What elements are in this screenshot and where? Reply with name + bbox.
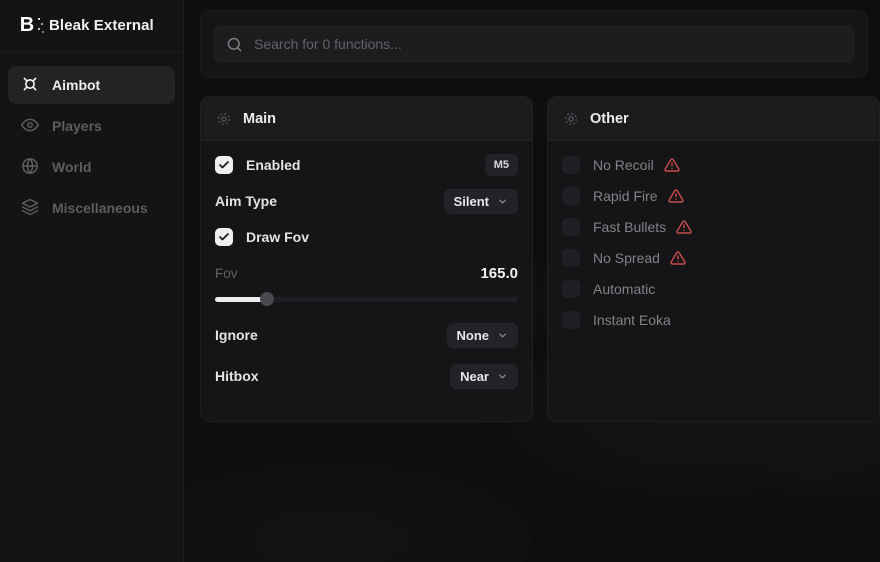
sidebar-nav: Aimbot Players World [0, 52, 183, 227]
chevron-down-icon [497, 196, 508, 207]
feature-label: No Spread [593, 250, 660, 266]
search-input[interactable]: Search for 0 functions... [213, 25, 855, 63]
sidebar-item-miscellaneous[interactable]: Miscellaneous [8, 189, 175, 227]
other-feature-row: No Recoil [562, 152, 865, 178]
feature-checkbox[interactable] [562, 187, 580, 205]
layers-icon [21, 198, 39, 219]
app-title: Bleak External [49, 17, 154, 34]
warning-triangle-icon [676, 219, 692, 235]
fov-label: Fov [215, 266, 238, 281]
sidebar-header: B Bleak External [0, 0, 183, 52]
aim-type-label: Aim Type [215, 193, 277, 209]
sidebar-item-label: Players [52, 118, 102, 134]
gear-icon [216, 111, 232, 127]
other-feature-row: No Spread [562, 245, 865, 271]
chevron-down-icon [497, 330, 508, 341]
ignore-dropdown[interactable]: None [447, 323, 519, 348]
enabled-label: Enabled [246, 157, 300, 173]
aim-type-value: Silent [454, 194, 489, 209]
gear-icon [563, 111, 579, 127]
search-placeholder: Search for 0 functions... [254, 36, 402, 52]
feature-checkbox[interactable] [562, 280, 580, 298]
other-feature-row: Instant Eoka [562, 307, 865, 333]
other-feature-row: Automatic [562, 276, 865, 302]
fov-slider[interactable] [215, 292, 518, 306]
feature-checkbox[interactable] [562, 156, 580, 174]
ignore-label: Ignore [215, 327, 258, 343]
aim-type-dropdown[interactable]: Silent [444, 189, 518, 214]
warning-triangle-icon [668, 188, 684, 204]
fov-value: 165.0 [480, 265, 518, 282]
enabled-row: Enabled M5 [215, 152, 518, 178]
panel-other: Other No Recoil Rapid Fire Fas [547, 96, 880, 422]
feature-checkbox[interactable] [562, 311, 580, 329]
feature-label: No Recoil [593, 157, 654, 173]
feature-label: Fast Bullets [593, 219, 666, 235]
panel-main-title: Main [243, 111, 276, 127]
warning-triangle-icon [664, 157, 680, 173]
other-feature-row: Fast Bullets [562, 214, 865, 240]
fov-row: Fov 165.0 [215, 260, 518, 286]
panel-main-body: Enabled M5 Aim Type Silent Draw Fov Fov … [201, 141, 532, 400]
panel-main: Main Enabled M5 Aim Type Silent Draw Fov [200, 96, 533, 422]
hitbox-value: Near [460, 369, 489, 384]
hitbox-dropdown[interactable]: Near [450, 364, 518, 389]
feature-checkbox[interactable] [562, 218, 580, 236]
feature-label: Instant Eoka [593, 312, 671, 328]
panel-main-header: Main [201, 97, 532, 141]
fov-slider-thumb[interactable] [260, 292, 274, 306]
chevron-down-icon [497, 371, 508, 382]
crosshair-icon [21, 75, 39, 96]
draw-fov-label: Draw Fov [246, 229, 309, 245]
sidebar-item-label: World [52, 159, 91, 175]
panel-other-body: No Recoil Rapid Fire Fast Bullets [548, 141, 879, 349]
sidebar-item-label: Aimbot [52, 77, 100, 93]
app-logo-icon: B [16, 15, 38, 37]
sidebar-item-world[interactable]: World [8, 148, 175, 186]
hitbox-row: Hitbox Near [215, 363, 518, 389]
feature-label: Rapid Fire [593, 188, 658, 204]
eye-icon [21, 116, 39, 137]
search-section: Search for 0 functions... [200, 10, 868, 78]
panel-other-header: Other [548, 97, 879, 141]
sidebar-item-label: Miscellaneous [52, 200, 148, 216]
other-feature-row: Rapid Fire [562, 183, 865, 209]
feature-label: Automatic [593, 281, 655, 297]
enabled-keybind-button[interactable]: M5 [485, 154, 518, 176]
sidebar: B Bleak External Aimbot Players [0, 0, 184, 562]
ignore-row: Ignore None [215, 322, 518, 348]
aim-type-row: Aim Type Silent [215, 188, 518, 214]
globe-icon [21, 157, 39, 178]
feature-checkbox[interactable] [562, 249, 580, 267]
fov-slider-fill [215, 297, 267, 302]
ignore-value: None [457, 328, 490, 343]
sidebar-item-players[interactable]: Players [8, 107, 175, 145]
hitbox-label: Hitbox [215, 368, 259, 384]
sidebar-item-aimbot[interactable]: Aimbot [8, 66, 175, 104]
enabled-checkbox[interactable] [215, 156, 233, 174]
search-icon [226, 36, 243, 53]
draw-fov-row: Draw Fov [215, 224, 518, 250]
panel-other-title: Other [590, 111, 629, 127]
warning-triangle-icon [670, 250, 686, 266]
draw-fov-checkbox[interactable] [215, 228, 233, 246]
